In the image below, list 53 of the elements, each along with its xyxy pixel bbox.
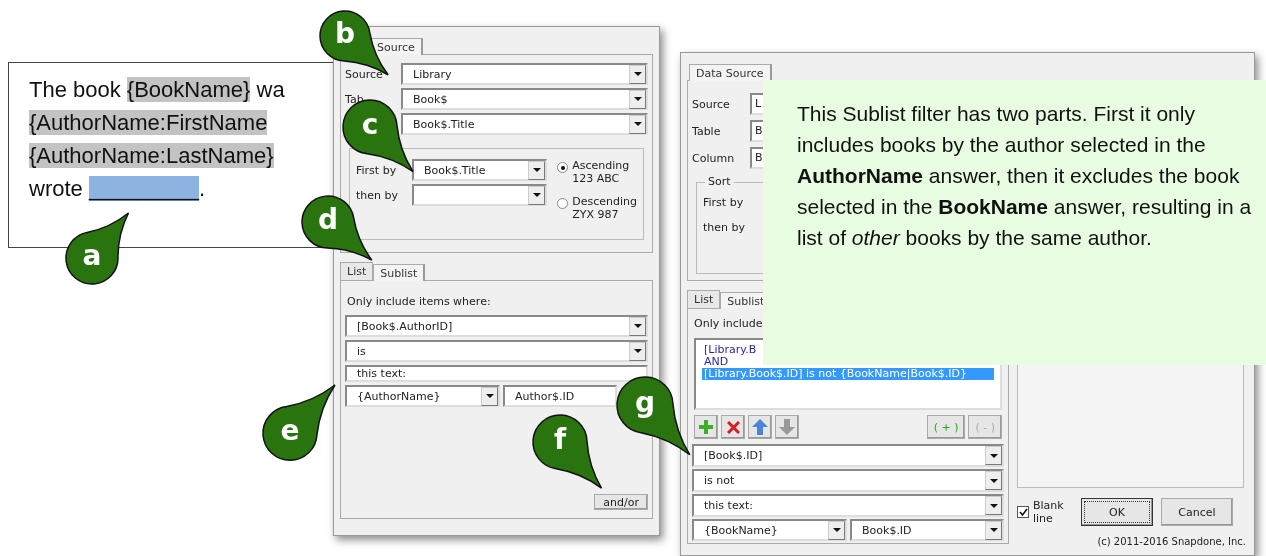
dropdown-field[interactable]: Book$.Title xyxy=(412,159,548,181)
callout-marker: f xyxy=(531,413,604,491)
arrow-down-icon xyxy=(779,419,795,435)
field-label: then by xyxy=(703,220,745,234)
tab[interactable]: Data Source xyxy=(689,64,772,81)
dropdown-field[interactable]: Library xyxy=(401,63,648,85)
dropdown-field[interactable]: [Book$.ID] xyxy=(692,444,1004,467)
tab[interactable]: List xyxy=(340,262,374,280)
checkbox[interactable] xyxy=(1017,506,1029,518)
dropdown-field[interactable]: is not xyxy=(692,469,1004,492)
and-or-button[interactable]: and/or xyxy=(594,494,648,510)
toolbar-button[interactable] xyxy=(721,415,745,439)
filter-label: Only include items where: xyxy=(347,295,492,308)
dropdown-field[interactable]: Book$.Title xyxy=(401,113,648,135)
dropdown-field[interactable]: this text: xyxy=(692,494,1004,517)
checkbox-label: Blank line xyxy=(1033,499,1065,525)
dropdown-field[interactable]: is xyxy=(345,340,648,362)
plus-icon xyxy=(699,420,713,434)
dropdown-field[interactable]: [Book$.AuthorID] xyxy=(345,315,648,337)
field-label: First by xyxy=(356,163,398,177)
group-label: Sort xyxy=(705,175,734,188)
arrow-up-icon xyxy=(752,419,768,435)
callout-marker: e xyxy=(261,382,337,462)
field-label: First by xyxy=(703,195,744,209)
dropdown-field[interactable]: {AuthorName} xyxy=(345,385,500,407)
tab[interactable]: Source xyxy=(370,38,423,55)
radio-button[interactable] xyxy=(557,162,569,173)
close-icon xyxy=(726,420,740,434)
copyright-text: (c) 2011-2016 Snapdone, Inc. xyxy=(1097,536,1246,547)
tab[interactable]: List xyxy=(687,290,721,308)
note-text: This Sublist filter has two parts. First it only includes books by the author selected in the AuthorName answer, then it excludes the book selected in the BookName answer, resulting in a list of other books by the same author. xyxy=(797,101,1252,251)
field-label: Source xyxy=(692,97,731,111)
tab[interactable]: Sublist xyxy=(373,264,426,281)
dialog-button[interactable]: OK xyxy=(1081,498,1153,526)
toolbar-button[interactable] xyxy=(748,415,772,439)
dropdown-field[interactable] xyxy=(412,184,548,206)
dropdown-field[interactable]: Book$ xyxy=(401,88,648,110)
callout-marker: a xyxy=(64,210,131,286)
dropdown-field[interactable]: Author$.ID xyxy=(503,385,617,407)
dropdown-field[interactable]: this text: xyxy=(345,365,648,382)
toolbar-button[interactable] xyxy=(694,415,718,439)
field-label: then by xyxy=(356,188,399,202)
field-label: Source xyxy=(345,67,384,81)
dropdown-field[interactable]: Book$.ID xyxy=(850,519,1004,541)
filter-label: Only include xyxy=(694,317,764,330)
radio-label: Ascending 123 ABC xyxy=(572,159,630,185)
callout-marker: g xyxy=(615,375,692,457)
radio-button[interactable] xyxy=(557,198,569,209)
dropdown-field[interactable]: {BookName} xyxy=(692,519,847,541)
radio-label: Descending ZYX 987 xyxy=(572,195,637,221)
field-label: Column xyxy=(692,151,736,165)
field-label: Table xyxy=(692,124,722,138)
dialog-button[interactable]: Cancel xyxy=(1161,498,1233,526)
